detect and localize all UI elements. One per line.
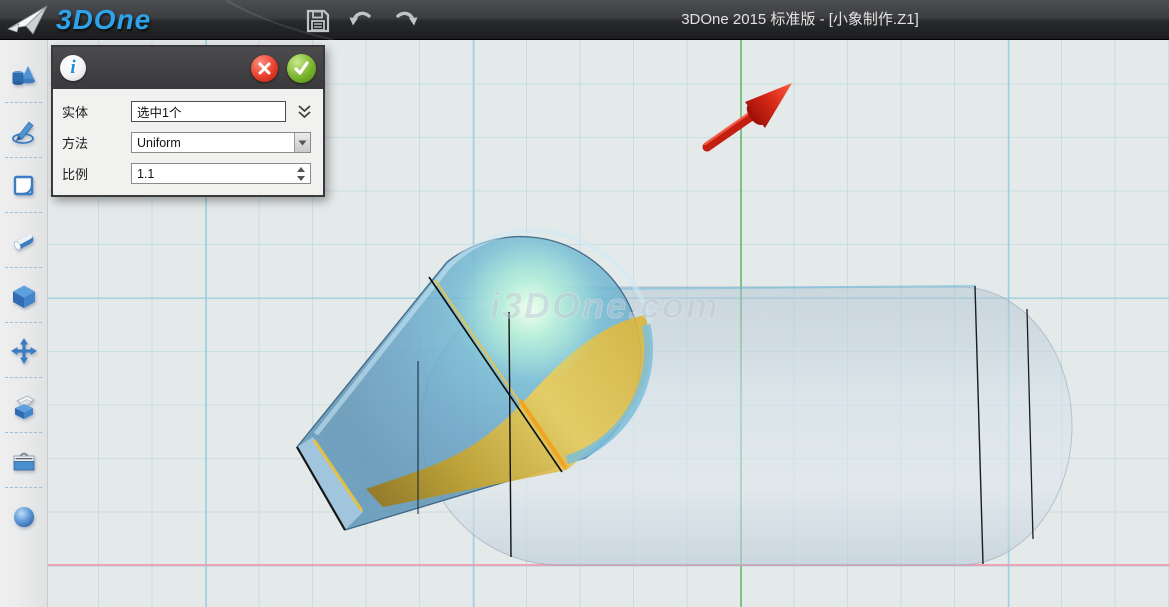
sidebar-item-sketch[interactable] — [0, 103, 47, 158]
scale-value: 1.1 — [137, 167, 154, 181]
sidebar-item-toolbox[interactable] — [0, 433, 47, 488]
brand-name: 3DOne — [56, 4, 151, 36]
eraser-icon — [10, 227, 38, 255]
toolbox-icon — [10, 447, 38, 475]
double-chevron-down-icon — [297, 104, 312, 120]
scale-input[interactable]: 1.1 — [131, 163, 311, 184]
sidebar-item-solid-feature[interactable] — [0, 268, 47, 323]
scale-label: 比例 — [62, 164, 131, 183]
method-value: Uniform — [137, 136, 181, 150]
3d-viewport[interactable]: i3DOne.com i 实体 — [48, 40, 1169, 607]
method-dropdown[interactable]: Uniform — [131, 132, 311, 153]
sidebar-item-primitives[interactable] — [0, 48, 47, 103]
spinner-up-button[interactable] — [296, 166, 306, 172]
close-icon — [257, 61, 272, 76]
sidebar-item-render[interactable] — [0, 488, 47, 543]
redo-button[interactable] — [392, 7, 419, 34]
title-bar: 3DOne 3DOne 2015 标准版 - [小象制作.Z1] — [0, 0, 1169, 40]
spinner-controls — [294, 164, 308, 183]
save-button[interactable] — [304, 7, 331, 34]
cancel-button[interactable] — [251, 55, 278, 82]
dropdown-arrow-button[interactable] — [294, 133, 310, 152]
expand-options-button[interactable] — [295, 102, 313, 122]
sketch-plane-icon — [10, 172, 38, 200]
undo-icon — [348, 7, 375, 34]
scale-row: 比例 1.1 — [62, 163, 314, 184]
dialog-header: i — [53, 47, 323, 89]
undo-button[interactable] — [348, 7, 375, 34]
scale-direction-arrow[interactable] — [705, 83, 792, 147]
entity-value: 选中1个 — [137, 102, 181, 121]
method-row: 方法 Uniform — [62, 132, 314, 153]
info-button[interactable]: i — [60, 55, 86, 81]
cube-sheets-icon — [10, 392, 38, 420]
entity-input[interactable]: 选中1个 — [131, 101, 286, 122]
quick-toolbar — [304, 7, 419, 34]
check-icon — [293, 60, 310, 77]
triangle-down-icon — [297, 176, 305, 181]
paper-plane-icon — [6, 3, 50, 37]
window-title: 3DOne 2015 标准版 - [小象制作.Z1] — [590, 0, 1010, 40]
chevron-down-icon — [298, 140, 307, 146]
save-icon — [305, 8, 331, 34]
sketch-pencil-icon — [10, 117, 38, 145]
sidebar-item-special-feature[interactable] — [0, 378, 47, 433]
scale-dialog: i 实体 选中1个 — [51, 45, 325, 197]
spinner-down-button[interactable] — [296, 175, 306, 181]
sphere-icon — [10, 502, 38, 530]
move-arrows-icon — [10, 337, 38, 365]
method-label: 方法 — [62, 133, 131, 152]
watermark: i3DOne.com — [490, 285, 720, 326]
sidebar-item-eraser[interactable] — [0, 213, 47, 268]
entity-row: 实体 选中1个 — [62, 101, 314, 122]
cube-icon — [10, 282, 38, 310]
entity-label: 实体 — [62, 102, 131, 121]
tool-sidebar — [0, 40, 48, 607]
triangle-up-icon — [297, 167, 305, 172]
sidebar-item-edit-sketch[interactable] — [0, 158, 47, 213]
sidebar-item-move[interactable] — [0, 323, 47, 378]
dialog-body: 实体 选中1个 方法 Uniform — [53, 89, 323, 195]
redo-icon — [392, 7, 419, 34]
primitives-icon — [10, 62, 38, 90]
confirm-button[interactable] — [287, 54, 316, 83]
app-logo: 3DOne — [6, 2, 151, 38]
